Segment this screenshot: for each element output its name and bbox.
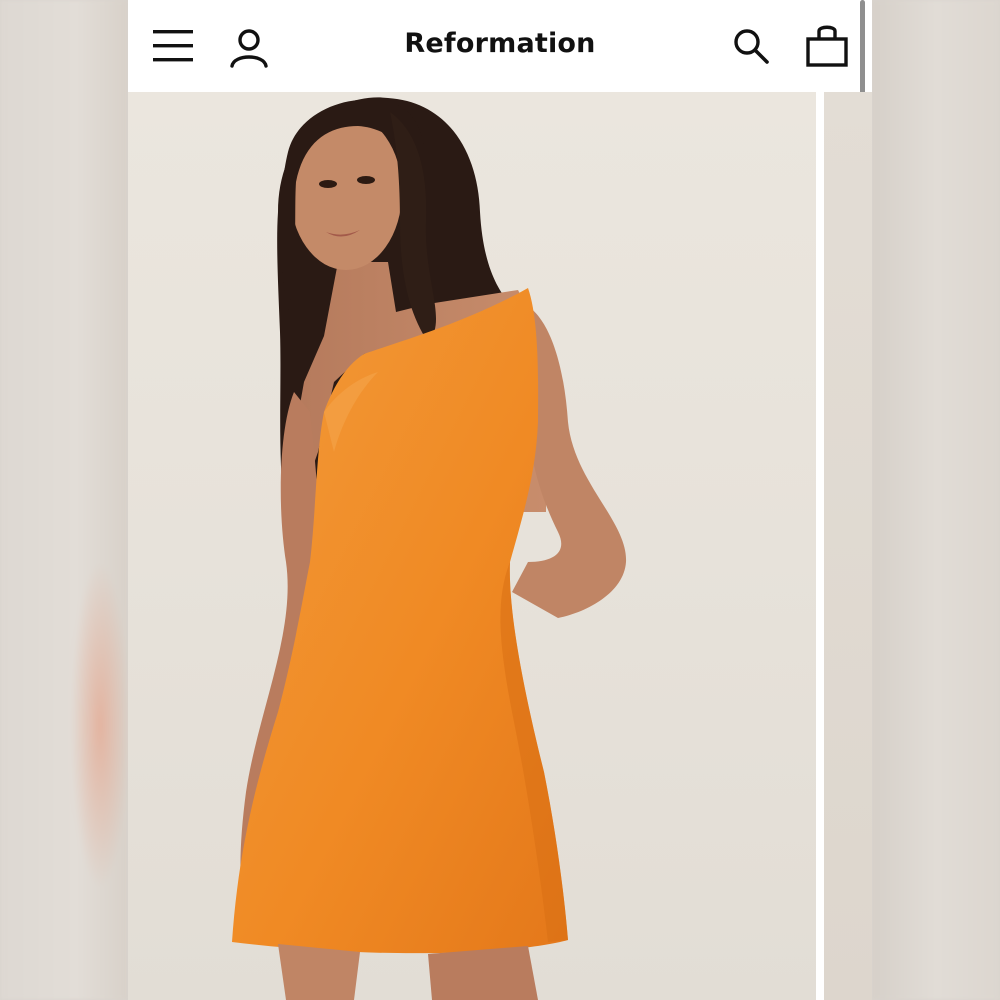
next-product-image-peek[interactable] xyxy=(824,92,872,1000)
site-header: Reformation xyxy=(128,0,872,92)
phone-screen: Reformation xyxy=(128,0,872,1000)
model-photo xyxy=(232,97,627,1000)
product-image[interactable] xyxy=(128,92,816,1000)
search-icon[interactable] xyxy=(732,27,770,65)
blurred-background-right xyxy=(872,0,1000,1000)
blurred-background-left xyxy=(0,0,130,1000)
carousel-gap xyxy=(816,92,824,1000)
shopping-bag-icon[interactable] xyxy=(804,22,850,68)
